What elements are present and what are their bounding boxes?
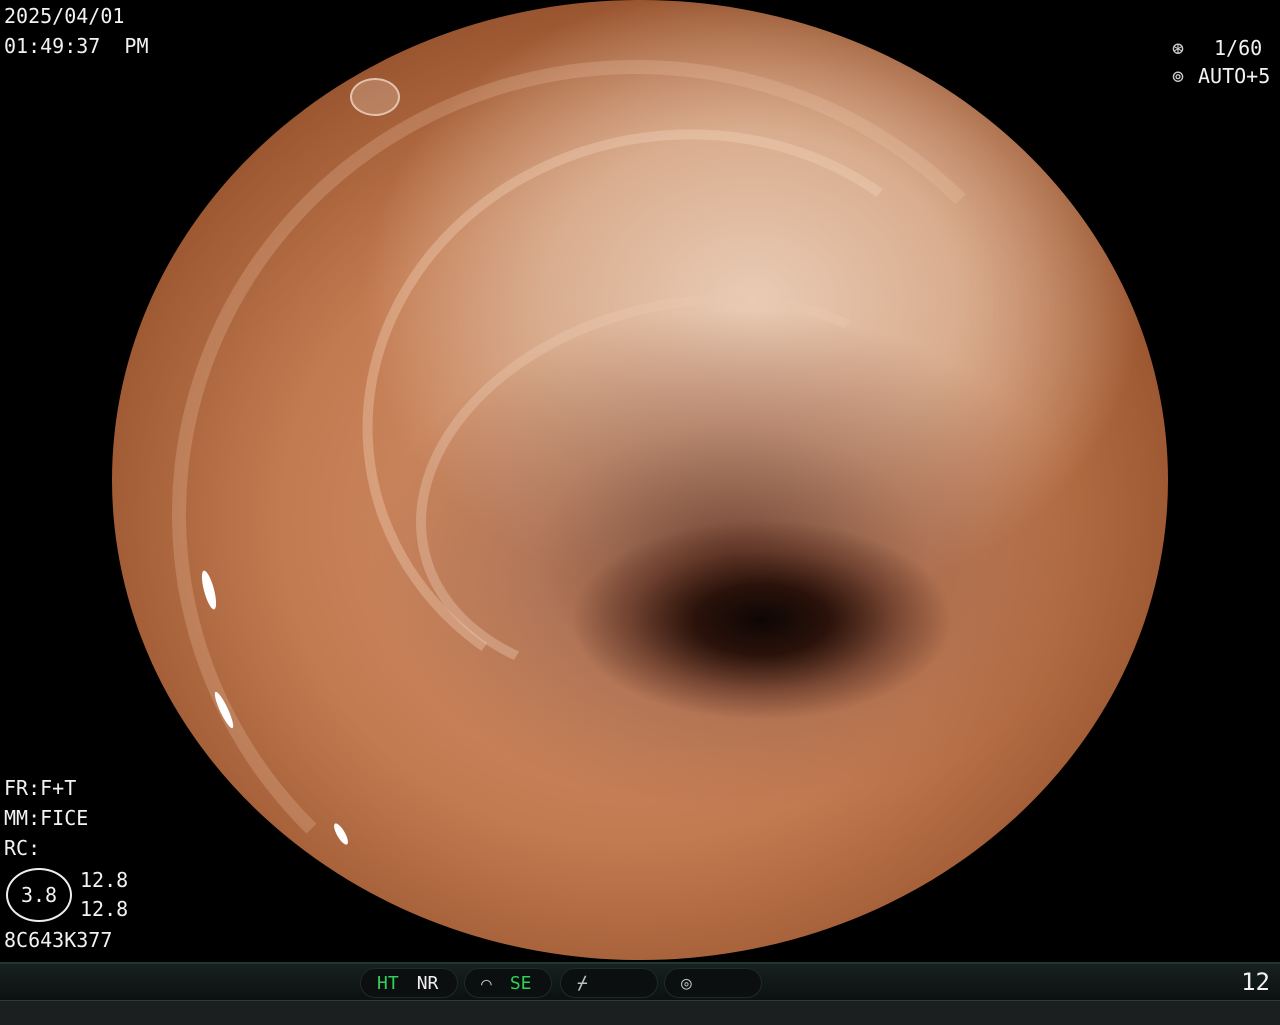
filter-icon: ⌿ — [577, 972, 588, 994]
shutter-value: 1/60 — [1214, 36, 1263, 60]
gauge-top-value: 12.8 — [80, 868, 129, 892]
shutter-icon: ⊛ — [1172, 36, 1185, 60]
iris-icon: ⊚ — [1172, 64, 1185, 88]
gauge-badge: 3.8 — [6, 868, 72, 922]
light-reflection — [350, 78, 400, 116]
exposure-value: AUTO+5 — [1198, 64, 1271, 88]
gauge-bottom-value: 12.8 — [80, 897, 129, 921]
gauge-value: 3.8 — [20, 883, 58, 907]
time-label: 01:49:37 PM — [4, 34, 149, 58]
counter-label: 12 — [1241, 968, 1270, 996]
nr-label: NR — [416, 972, 439, 994]
se-indicator: ⌒ SE — [464, 968, 552, 998]
mode-icon: ◎ — [681, 972, 692, 994]
serial-number: 8C643K377 — [4, 928, 113, 952]
enhance-icon: ⌒ — [481, 972, 492, 994]
ht-nr-indicator: HT NR — [360, 968, 458, 998]
filter-indicator: ⌿ — [560, 968, 658, 998]
rc-setting: RC: — [4, 836, 41, 860]
bottom-strip — [0, 1000, 1280, 1025]
mode-indicator: ◎ — [664, 968, 762, 998]
endoscope-view — [112, 0, 1168, 960]
se-label: SE — [509, 972, 532, 994]
ht-label: HT — [377, 972, 399, 994]
status-bar: HT NR ⌒ SE ⌿ ◎ 12 — [0, 962, 1280, 1002]
mm-setting: MM:FICE — [4, 806, 89, 830]
mucosal-fold — [172, 60, 1100, 960]
fr-setting: FR:F+T — [4, 776, 77, 800]
date-label: 2025/04/01 — [4, 4, 125, 28]
light-reflection — [961, 77, 1009, 110]
